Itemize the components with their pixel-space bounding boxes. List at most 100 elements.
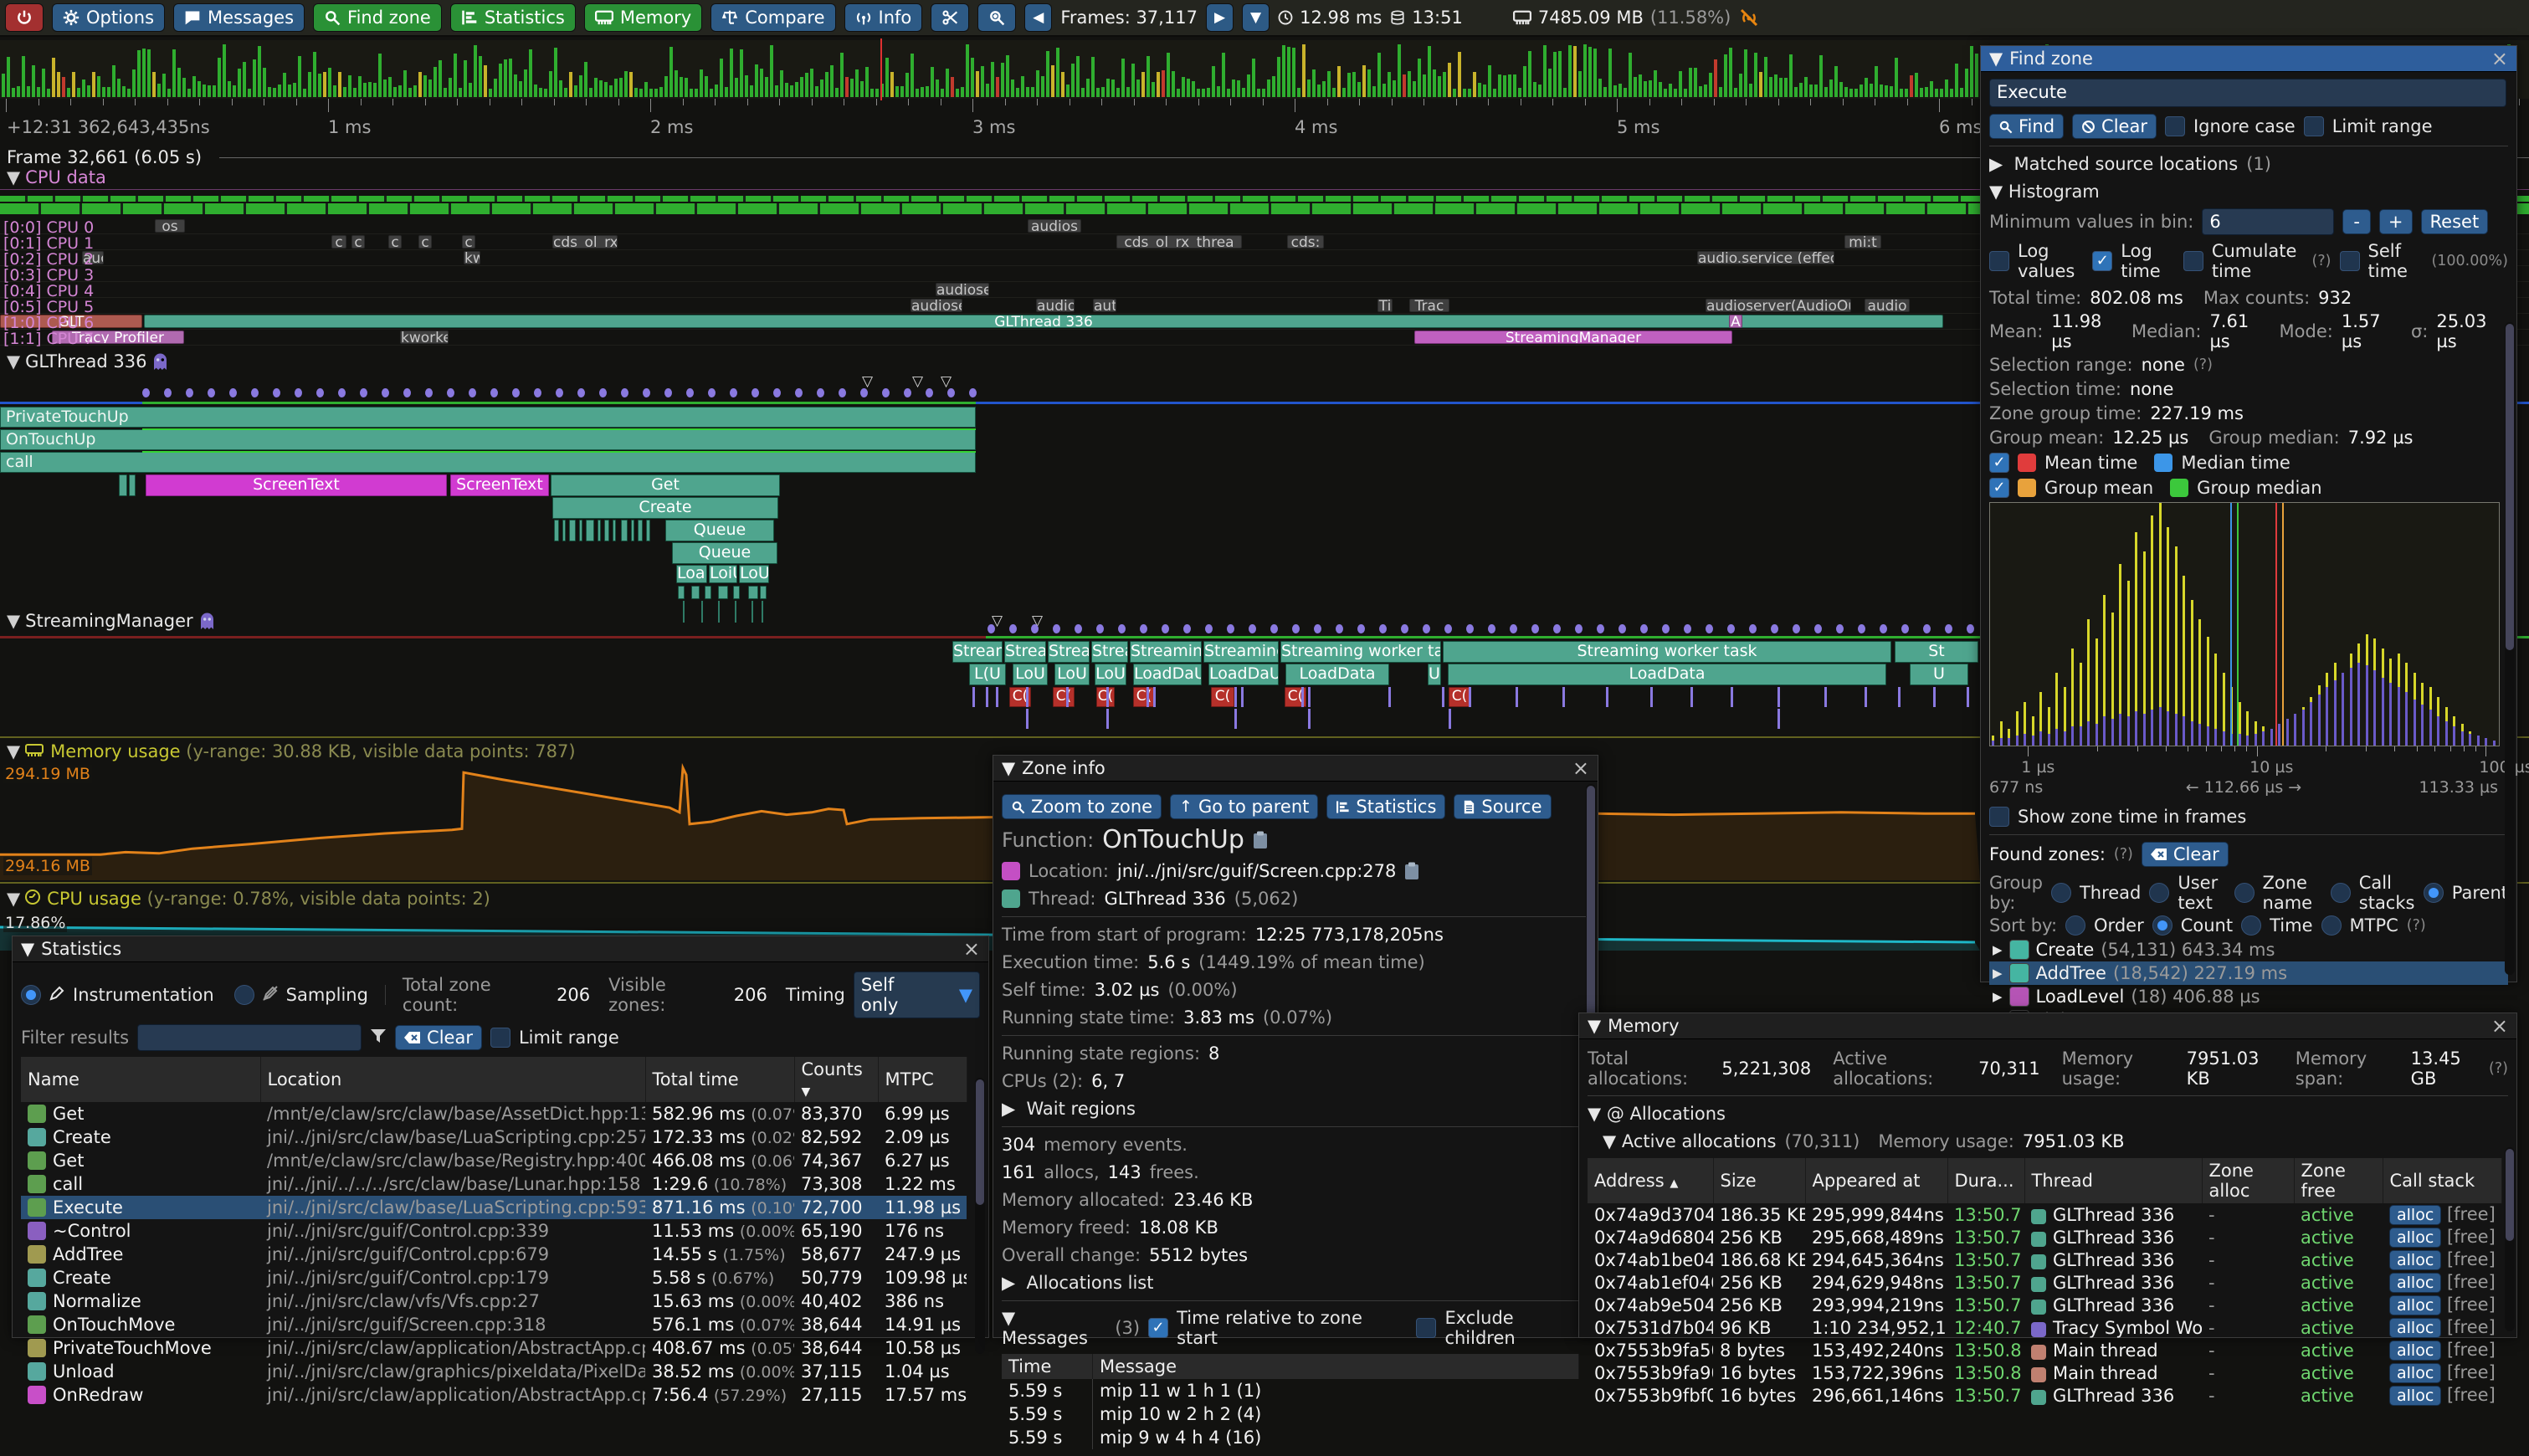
zone-bar[interactable]: C( <box>1096 687 1115 707</box>
reset-button[interactable]: Reset <box>2421 209 2489 234</box>
zone-bar[interactable] <box>621 520 628 541</box>
zone-bar[interactable] <box>760 586 767 599</box>
limit-range-checkbox[interactable] <box>2304 116 2324 136</box>
lock-event-dot[interactable] <box>512 388 520 397</box>
statistics-titlebar[interactable]: ▼Statistics× <box>13 936 988 962</box>
exclude-children-checkbox[interactable] <box>1416 1318 1436 1338</box>
lock-event-dot[interactable] <box>1401 624 1408 633</box>
context-switch-block[interactable]: cds_ol_rx_thr <box>552 235 618 249</box>
zone-bar[interactable] <box>631 520 634 541</box>
table-row[interactable]: Unloadjni/../jni/src/claw/graphics/pixel… <box>21 1360 967 1383</box>
lock-event-dot[interactable] <box>1836 624 1844 633</box>
compare-button[interactable]: Compare <box>710 3 835 32</box>
lock-event-dot[interactable] <box>1205 624 1213 633</box>
context-switch-block[interactable]: audio.service (effect) <box>1697 251 1834 264</box>
go-to-parent-button[interactable]: ↑Go to parent <box>1170 794 1318 819</box>
zone-bar[interactable] <box>748 586 758 599</box>
table-row[interactable]: OnTouchMovejni/../jni/src/guif/Screen.cp… <box>21 1313 967 1336</box>
zone-bar[interactable]: LoU <box>1013 664 1048 685</box>
draw-group-checkbox[interactable]: ✓ <box>1989 478 2009 498</box>
options-button[interactable]: Options <box>52 3 165 32</box>
lock-event-dot[interactable] <box>882 388 890 397</box>
column-header-dura-[interactable]: Dura... <box>1947 1158 2024 1203</box>
lock-event-dot[interactable] <box>1270 624 1278 633</box>
tools-button[interactable] <box>931 3 969 32</box>
lock-event-dot[interactable] <box>643 388 650 397</box>
lock-event-dot[interactable] <box>987 624 995 633</box>
context-switch-block[interactable]: audiose <box>911 299 962 312</box>
context-switch-block[interactable]: os <box>155 219 185 233</box>
messages-button[interactable]: Messages <box>173 3 305 32</box>
memory-button[interactable]: Memory <box>584 3 702 32</box>
column-header-total-time[interactable]: Total time <box>645 1057 794 1102</box>
frame-dropdown-button[interactable]: ▼ <box>1242 3 1270 32</box>
zoom-to-zone-button[interactable]: Zoom to zone <box>1002 794 1162 819</box>
zone-bar[interactable]: Strea <box>1048 641 1090 663</box>
zone-bar[interactable]: Strear <box>1004 641 1046 663</box>
timing-combo[interactable]: Self only▼ <box>854 972 980 1018</box>
lock-event-dot[interactable] <box>208 388 215 397</box>
lock-event-dot[interactable] <box>817 388 824 397</box>
table-row[interactable]: 0x7553b9fa9016 bytes153,722,396ns13:50.8… <box>1588 1361 2501 1384</box>
histogram-expander[interactable]: ▼ Histogram <box>1989 182 2100 202</box>
alloc-callstack-button[interactable]: alloc <box>2389 1318 2441 1338</box>
zone-bar[interactable]: Streaming <box>1130 641 1202 663</box>
find-button[interactable]: Find <box>1989 114 2064 139</box>
zone-bar[interactable]: LoiUp <box>709 565 737 583</box>
log-values-checkbox[interactable] <box>1989 251 2009 271</box>
lock-event-dot[interactable] <box>1967 624 1974 633</box>
lock-event-dot[interactable] <box>1771 624 1778 633</box>
zone-bar[interactable]: Streaming worker tas <box>1280 641 1441 663</box>
lock-event-dot[interactable] <box>1488 624 1495 633</box>
zone-bar[interactable]: LoadDaU <box>1208 664 1279 685</box>
lock-event-dot[interactable] <box>1292 624 1300 633</box>
log-time-checkbox[interactable]: ✓ <box>2092 251 2112 271</box>
zone-bar[interactable] <box>579 520 582 541</box>
memory-scrollbar[interactable] <box>2505 1147 2515 1331</box>
cpu-data-header[interactable]: ▼CPU data <box>7 167 106 187</box>
lock-event-dot[interactable] <box>469 388 476 397</box>
lock-event-dot[interactable] <box>556 388 563 397</box>
alloc-callstack-button[interactable]: alloc <box>2389 1386 2441 1406</box>
zone-bar[interactable]: Strean <box>952 641 1003 663</box>
context-switch-block[interactable]: Ti <box>1377 299 1393 312</box>
lock-event-dot[interactable] <box>752 388 759 397</box>
message-mark-icon[interactable]: ▽ <box>912 373 923 390</box>
lock-event-dot[interactable] <box>490 388 498 397</box>
context-switch-block[interactable]: cds_ol_rx_threa <box>1116 235 1242 249</box>
zone-bar[interactable]: C( <box>1211 687 1234 707</box>
zoom-tool-button[interactable] <box>977 3 1016 32</box>
zone-bar[interactable]: LoU <box>1054 664 1090 685</box>
zone-bar[interactable] <box>562 520 566 541</box>
find-zone-histogram[interactable] <box>1989 502 2500 746</box>
table-row[interactable]: AddTreejni/../jni/src/guif/Control.cpp:6… <box>21 1243 967 1266</box>
lock-event-dot[interactable] <box>577 388 585 397</box>
context-switch-block[interactable]: A <box>1729 315 1742 328</box>
clear-filter-button[interactable]: Clear <box>395 1025 482 1050</box>
zone-bar[interactable]: U <box>1428 664 1441 685</box>
message-mark-icon[interactable]: ▽ <box>862 373 873 390</box>
lock-event-dot[interactable] <box>795 388 803 397</box>
lock-event-dot[interactable] <box>1531 624 1539 633</box>
zone-bar[interactable] <box>129 474 136 496</box>
lock-event-dot[interactable] <box>1706 624 1713 633</box>
lock-event-dot[interactable] <box>1379 624 1387 633</box>
lock-event-dot[interactable] <box>1749 624 1757 633</box>
sortby-count-radio[interactable] <box>2152 915 2172 936</box>
lock-event-dot[interactable] <box>1444 624 1452 633</box>
column-header-zone-free[interactable]: Zone free <box>2294 1158 2383 1203</box>
context-switch-block[interactable]: audio <box>1865 299 1910 312</box>
alloc-callstack-button[interactable]: alloc <box>2389 1205 2441 1225</box>
zone-bar[interactable]: LoaU <box>676 565 707 583</box>
column-header-counts[interactable]: Counts ▼ <box>794 1057 878 1102</box>
zone-info-titlebar[interactable]: ▼Zone info× <box>993 756 1598 782</box>
lock-event-dot[interactable] <box>1575 624 1583 633</box>
context-switch-block[interactable]: c <box>351 235 365 249</box>
alloc-callstack-button[interactable]: alloc <box>2389 1228 2441 1248</box>
lock-event-dot[interactable] <box>1945 624 1952 633</box>
frame-label[interactable]: Frame 32,661 (6.05 s) <box>7 147 202 167</box>
zone-bar[interactable]: C( <box>1449 687 1470 707</box>
groupby-thread-radio[interactable] <box>2051 883 2071 903</box>
lock-event-dot[interactable] <box>839 388 846 397</box>
lock-event-dot[interactable] <box>1618 624 1626 633</box>
